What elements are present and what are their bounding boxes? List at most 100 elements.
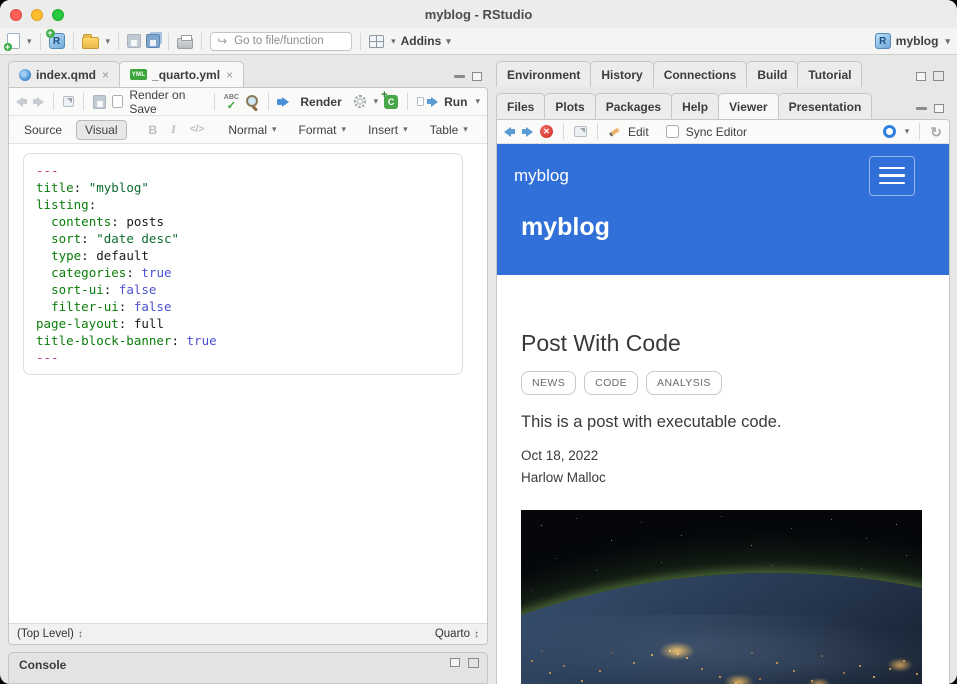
editor-tab-_quarto.yml[interactable]: YML_quarto.yml× [119,61,244,87]
code-line[interactable]: title-block-banner: true [36,332,450,349]
tab-presentation[interactable]: Presentation [778,93,873,119]
bold-icon[interactable]: B [145,123,162,137]
tab-files[interactable]: Files [496,93,545,119]
maximize-pane-icon[interactable] [472,72,482,81]
tab-environment[interactable]: Environment [496,61,591,87]
back-icon[interactable] [16,97,27,107]
restore-pane-icon[interactable] [916,72,926,81]
run-button[interactable]: Run [444,95,467,109]
open-file-icon[interactable] [82,37,99,49]
source-mode-button[interactable]: Source [16,121,70,139]
italic-icon[interactable]: I [167,122,180,137]
console-title[interactable]: Console [19,658,66,672]
run-arrow-icon[interactable] [427,97,438,107]
open-in-new-window-icon[interactable] [574,126,587,137]
close-window-button[interactable] [10,9,22,21]
tab-history[interactable]: History [590,61,653,87]
pane-layout-icon[interactable] [369,35,384,48]
gear-icon[interactable] [354,95,366,108]
category-badge-news[interactable]: NEWS [521,371,576,395]
publish-icon[interactable] [883,125,896,138]
new-project-icon[interactable]: R [49,33,65,49]
tab-viewer[interactable]: Viewer [718,93,778,119]
tab-packages[interactable]: Packages [595,93,672,119]
visual-mode-button[interactable]: Visual [76,120,126,140]
insert-chunk-icon[interactable]: C [384,95,398,109]
tab-help[interactable]: Help [671,93,719,119]
code-line[interactable]: listing: [36,196,450,213]
visual-editor-canvas[interactable]: ---title: "myblog"listing: contents: pos… [9,144,487,623]
preview-brand-link[interactable]: myblog [514,166,569,186]
code-line[interactable]: --- [36,162,450,179]
edit-icon[interactable] [608,125,621,138]
print-icon[interactable] [177,38,193,49]
minimize-window-button[interactable] [31,9,43,21]
refresh-icon[interactable]: ↻ [930,125,942,139]
minimize-pane-icon[interactable] [454,75,465,78]
maximize-pane-icon[interactable] [468,658,479,668]
spellcheck-icon[interactable] [224,94,240,110]
code-line[interactable]: page-layout: full [36,315,450,332]
render-options-caret-icon[interactable]: ▾ [374,96,379,107]
sync-editor-label: Sync Editor [686,125,747,139]
close-tab-icon[interactable]: × [102,68,109,82]
category-badge-code[interactable]: CODE [584,371,638,395]
divider [214,93,215,110]
maximize-pane-icon[interactable] [934,104,944,113]
code-line[interactable]: contents: posts [36,213,450,230]
code-icon[interactable]: </> [186,124,208,135]
editor-body: Render on Save Render ▾ C Run ▾ Source V… [8,87,488,645]
project-menu[interactable]: R myblog ▾ [875,33,950,49]
tab-connections[interactable]: Connections [653,61,748,87]
scope-selector[interactable]: (Top Level) [17,628,74,640]
tab-plots[interactable]: Plots [544,93,595,119]
table-menu[interactable]: Table▾ [428,123,470,137]
stop-icon[interactable]: ✕ [540,125,553,138]
publish-caret-icon[interactable]: ▾ [905,126,910,137]
save-icon[interactable] [93,95,105,109]
insert-menu[interactable]: Insert▾ [366,123,410,137]
goto-file-box[interactable]: ↪ [210,32,352,51]
minimize-pane-icon[interactable] [916,107,927,110]
code-line[interactable]: sort-ui: false [36,281,450,298]
open-file-caret-icon[interactable]: ▾ [106,36,111,47]
tab-tutorial[interactable]: Tutorial [797,61,862,87]
addins-menu[interactable]: Addins ▾ [401,34,451,48]
sync-editor-checkbox[interactable] [666,125,679,138]
editor-tab-index.qmd[interactable]: index.qmd× [8,61,120,87]
yaml-code-block[interactable]: ---title: "myblog"listing: contents: pos… [23,153,463,375]
format-menu[interactable]: Format▾ [297,123,349,137]
zoom-window-button[interactable] [52,9,64,21]
render-on-save-checkbox[interactable] [112,95,124,108]
code-line[interactable]: categories: true [36,264,450,281]
post-title-link[interactable]: Post With Code [521,327,923,359]
code-line[interactable]: title: "myblog" [36,179,450,196]
code-line[interactable]: sort: "date desc" [36,230,450,247]
new-file-icon[interactable] [7,33,20,49]
paragraph-style-dropdown[interactable]: Normal▾ [226,123,278,137]
render-icon[interactable] [277,97,294,107]
new-file-caret-icon[interactable]: ▾ [27,36,32,47]
popout-icon[interactable] [63,96,75,107]
code-line[interactable]: --- [36,349,450,366]
close-tab-icon[interactable]: × [226,68,233,82]
hamburger-menu-icon[interactable] [869,156,915,196]
search-icon[interactable] [245,94,258,109]
edit-button[interactable]: Edit [628,125,649,139]
save-icon[interactable] [127,34,141,48]
category-badge-analysis[interactable]: ANALYSIS [646,371,722,395]
code-line[interactable]: filter-ui: false [36,298,450,315]
restore-pane-icon[interactable] [450,658,460,667]
filetype-selector[interactable]: Quarto [435,628,470,640]
maximize-pane-icon[interactable] [933,71,944,81]
pane-layout-caret-icon[interactable]: ▾ [391,36,396,47]
tab-build[interactable]: Build [746,61,798,87]
forward-icon[interactable] [522,127,533,137]
back-icon[interactable] [504,127,515,137]
forward-icon[interactable] [33,97,44,107]
render-button[interactable]: Render [300,95,341,109]
goto-file-input[interactable] [232,34,345,48]
run-caret-icon[interactable]: ▾ [475,96,480,107]
save-all-icon[interactable] [146,34,160,48]
code-line[interactable]: type: default [36,247,450,264]
